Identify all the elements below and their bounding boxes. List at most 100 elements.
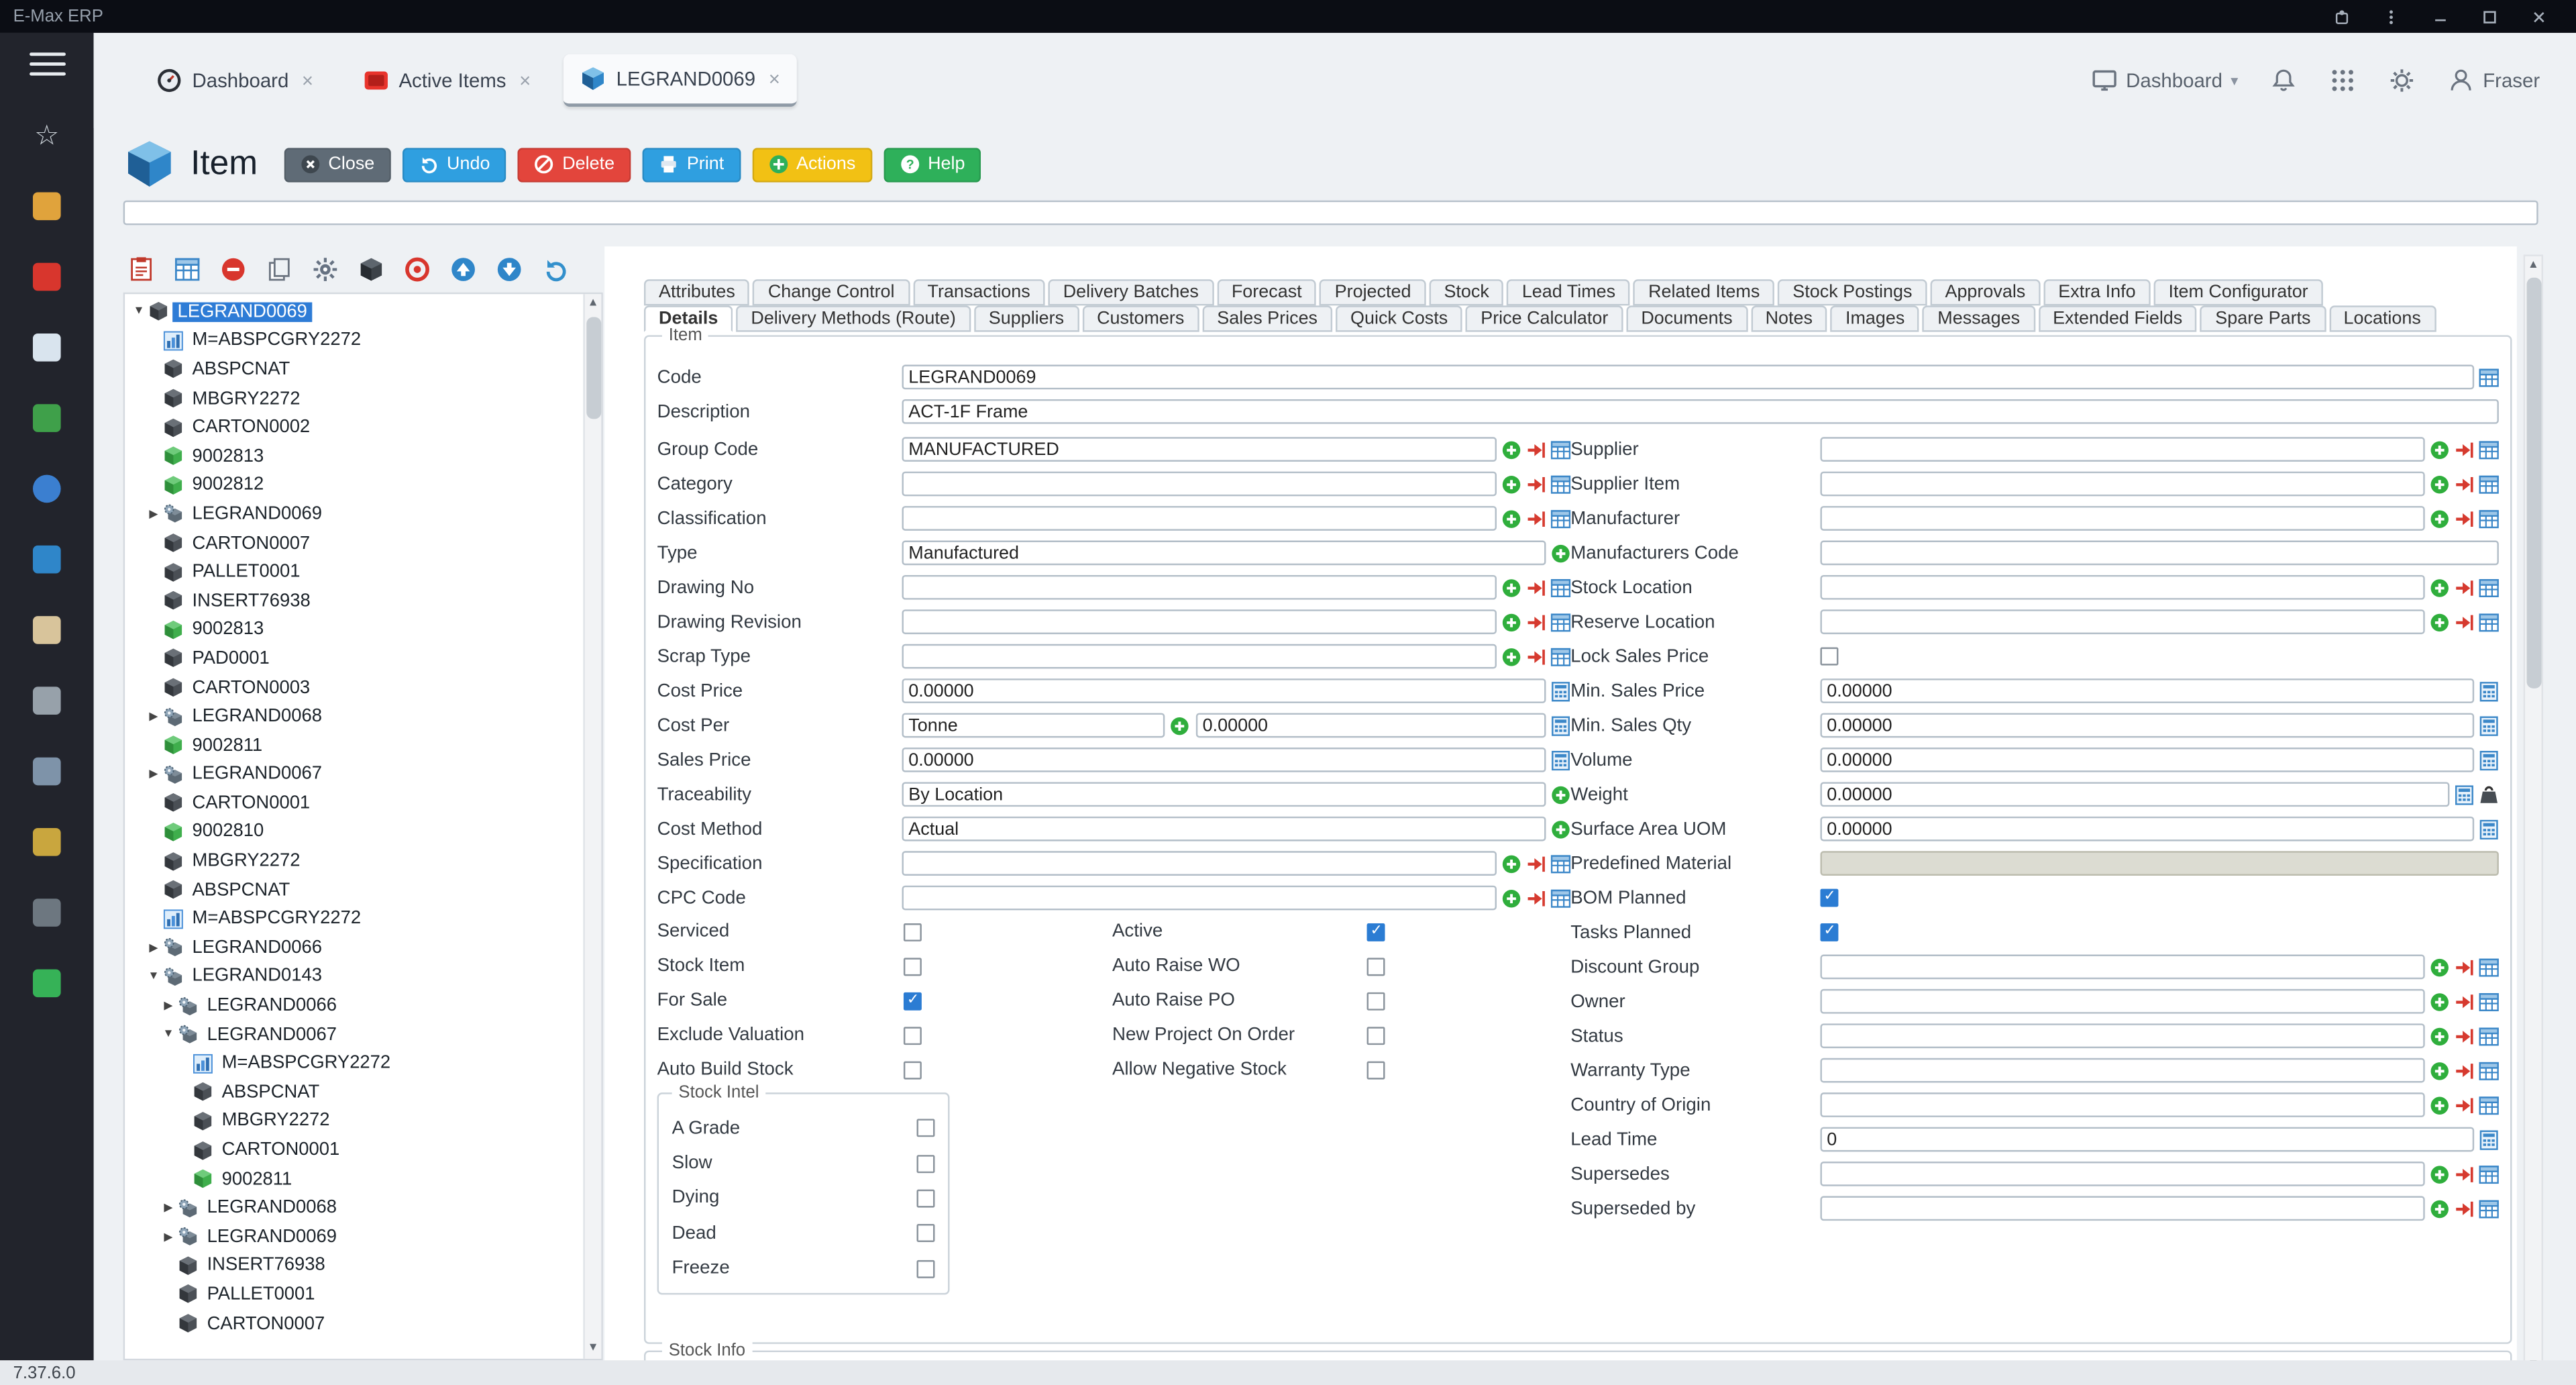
tab-upper[interactable]: Related Items	[1633, 279, 1774, 305]
tan-app-icon[interactable]	[33, 616, 61, 644]
table-icon[interactable]	[2479, 957, 2499, 976]
field-input[interactable]	[1820, 541, 2498, 566]
field-input[interactable]	[902, 678, 1546, 703]
checkbox[interactable]	[917, 1190, 935, 1208]
checkbox[interactable]	[904, 958, 922, 976]
field-input[interactable]	[1820, 989, 2424, 1014]
field-input[interactable]	[902, 472, 1497, 497]
content-scrollbar[interactable]: ▲ ▼	[2524, 255, 2543, 1377]
tree-item[interactable]: ▼LEGRAND0067	[125, 1020, 582, 1049]
maximize-icon[interactable]	[2464, 0, 2513, 33]
remove-icon[interactable]	[220, 256, 246, 283]
tab-upper[interactable]: Forecast	[1217, 279, 1317, 305]
add-icon[interactable]	[1501, 578, 1521, 597]
tree-item[interactable]: ▶LEGRAND0069	[125, 500, 582, 529]
table-icon[interactable]	[1551, 474, 1570, 493]
gold-pot-icon[interactable]	[33, 828, 61, 856]
settings-icon[interactable]	[312, 256, 338, 283]
field-input[interactable]	[902, 644, 1497, 669]
dashboard-select[interactable]: Dashboard ▾	[2092, 67, 2239, 93]
table-icon[interactable]	[2479, 1164, 2499, 1184]
checkbox[interactable]	[1367, 958, 1385, 976]
tree-item[interactable]: ▶LEGRAND0068	[125, 702, 582, 731]
field-input[interactable]	[1820, 1058, 2424, 1083]
checkbox[interactable]	[917, 1154, 935, 1172]
field-input[interactable]	[1820, 713, 2474, 738]
checkbox[interactable]	[1820, 889, 1838, 907]
calc-icon[interactable]	[1551, 681, 1570, 701]
add-icon[interactable]	[1501, 509, 1521, 528]
close-button[interactable]: Close	[284, 147, 390, 181]
field-input[interactable]	[902, 365, 2474, 390]
tab-close-icon[interactable]: ×	[302, 69, 313, 92]
tree-item[interactable]: INSERT76938	[125, 586, 582, 615]
header-tab[interactable]: Active Items×	[346, 54, 547, 107]
checkbox[interactable]	[917, 1225, 935, 1243]
field-input[interactable]	[1820, 1092, 2424, 1117]
tab-upper[interactable]: Stock Postings	[1778, 279, 1927, 305]
expand-arrow-icon[interactable]: ▶	[160, 1201, 178, 1215]
tree-item[interactable]: ▶LEGRAND0068	[125, 1194, 582, 1223]
scroll-down-arrow[interactable]: ▼	[585, 1339, 601, 1358]
goto-icon[interactable]	[1526, 578, 1546, 597]
goto-icon[interactable]	[1526, 509, 1546, 528]
quick-entry-input[interactable]	[123, 201, 2538, 225]
field-input[interactable]	[1820, 748, 2474, 772]
add-icon[interactable]	[2430, 1060, 2449, 1080]
tab-upper[interactable]: Stock	[1429, 279, 1503, 305]
tree-item[interactable]: 9002813	[125, 615, 582, 644]
delete-button[interactable]: Delete	[518, 147, 631, 181]
field-input[interactable]	[902, 886, 1497, 911]
tab-upper[interactable]: Projected	[1320, 279, 1426, 305]
field-input[interactable]	[1820, 1162, 2424, 1186]
goto-icon[interactable]	[2455, 578, 2474, 597]
move-down-icon[interactable]	[496, 256, 523, 283]
checkbox[interactable]	[1820, 923, 1838, 941]
collapse-arrow-icon[interactable]: ▼	[129, 306, 148, 317]
checkbox[interactable]	[917, 1260, 935, 1278]
field-input[interactable]	[1820, 817, 2474, 841]
field-input[interactable]	[1820, 678, 2474, 703]
field-input[interactable]	[1820, 472, 2424, 497]
checkbox[interactable]	[904, 923, 922, 941]
card-app-icon[interactable]	[33, 758, 61, 786]
tree-item[interactable]: MBGRY2272	[125, 1107, 582, 1135]
tree-scrollbar[interactable]: ▲ ▼	[583, 294, 601, 1359]
tree-item[interactable]: PAD0001	[125, 644, 582, 673]
field-input[interactable]	[902, 399, 2498, 424]
tab-lower[interactable]: Quick Costs	[1336, 305, 1462, 331]
field-input[interactable]	[902, 506, 1497, 531]
actions-button[interactable]: Actions	[752, 147, 872, 181]
tree-item[interactable]: ▶LEGRAND0066	[125, 991, 582, 1020]
field-input[interactable]	[902, 851, 1497, 876]
tree-item[interactable]: M=ABSPCGRY2272	[125, 905, 582, 933]
add-icon[interactable]	[2430, 578, 2449, 597]
target-icon[interactable]	[404, 256, 430, 283]
collapse-arrow-icon[interactable]: ▼	[160, 1029, 178, 1040]
goto-icon[interactable]	[2455, 440, 2474, 459]
field-input[interactable]	[1820, 1196, 2424, 1221]
export-icon[interactable]	[128, 256, 154, 283]
tree-item[interactable]: ABSPCNAT	[125, 876, 582, 905]
tab-upper[interactable]: Change Control	[753, 279, 910, 305]
field-input[interactable]	[902, 541, 1546, 566]
tree-item[interactable]: CARTON0002	[125, 413, 582, 442]
tree-item[interactable]: 9002813	[125, 442, 582, 471]
help-button[interactable]: ?Help	[883, 147, 981, 181]
notifications-bell-icon[interactable]	[2271, 67, 2297, 93]
tree-item[interactable]: ▶LEGRAND0067	[125, 760, 582, 788]
grid-icon[interactable]	[2479, 367, 2499, 387]
field-input[interactable]	[902, 575, 1497, 600]
add-icon[interactable]	[1501, 474, 1521, 493]
tree-item[interactable]: INSERT76938	[125, 1251, 582, 1280]
table-icon[interactable]	[2479, 1095, 2499, 1115]
add-icon[interactable]	[2430, 992, 2449, 1011]
person-dark-icon[interactable]	[33, 899, 61, 927]
table-icon[interactable]	[1551, 509, 1570, 528]
checkbox[interactable]	[904, 992, 922, 1011]
tree-item[interactable]: CARTON0007	[125, 529, 582, 558]
table-icon[interactable]	[2479, 992, 2499, 1011]
goto-icon[interactable]	[2455, 1026, 2474, 1045]
field-input[interactable]	[1820, 609, 2424, 634]
tab-lower[interactable]: Locations	[2328, 305, 2435, 331]
